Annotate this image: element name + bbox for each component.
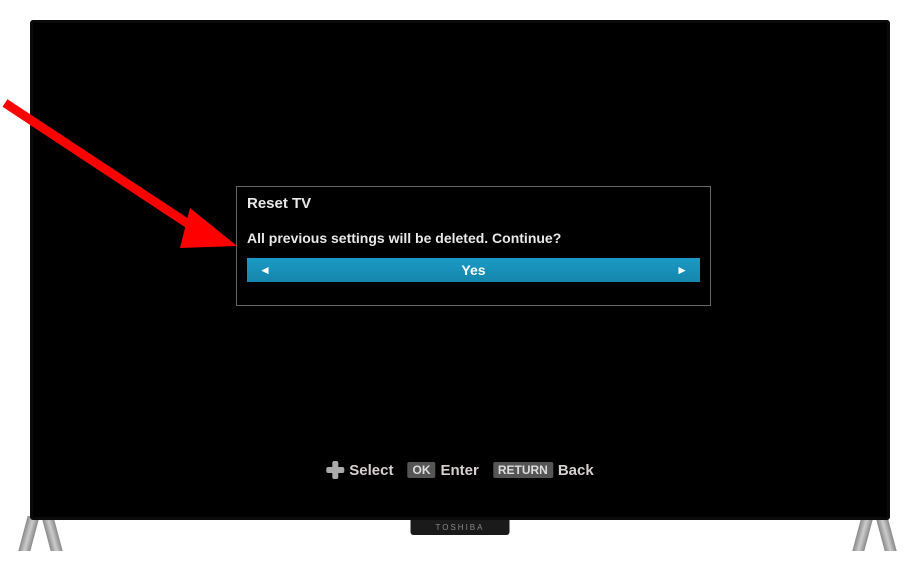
brand-label: TOSHIBA [411, 520, 510, 535]
tv-stand-right [852, 516, 902, 554]
ok-badge: OK [408, 462, 436, 478]
option-selector[interactable]: ◄ Yes ► [247, 258, 700, 282]
return-badge: RETURN [493, 462, 553, 478]
tv-frame: Reset TV All previous settings will be d… [30, 20, 890, 520]
dialog-message: All previous settings will be deleted. C… [247, 230, 700, 246]
navigation-hints: Select OK Enter RETURN Back [326, 461, 593, 479]
arrow-left-icon[interactable]: ◄ [259, 263, 271, 277]
hint-back: RETURN Back [493, 462, 594, 479]
dpad-icon [326, 461, 344, 479]
tv-screen: Reset TV All previous settings will be d… [41, 31, 879, 509]
hint-enter-label: Enter [441, 462, 479, 479]
reset-dialog: Reset TV All previous settings will be d… [236, 186, 711, 306]
hint-enter: OK Enter [408, 462, 479, 479]
hint-select-label: Select [349, 462, 393, 479]
hint-back-label: Back [558, 462, 594, 479]
hint-select: Select [326, 461, 393, 479]
tv-stand-left [18, 516, 68, 554]
arrow-right-icon[interactable]: ► [676, 263, 688, 277]
dialog-title: Reset TV [247, 195, 700, 212]
selected-option: Yes [271, 262, 676, 278]
